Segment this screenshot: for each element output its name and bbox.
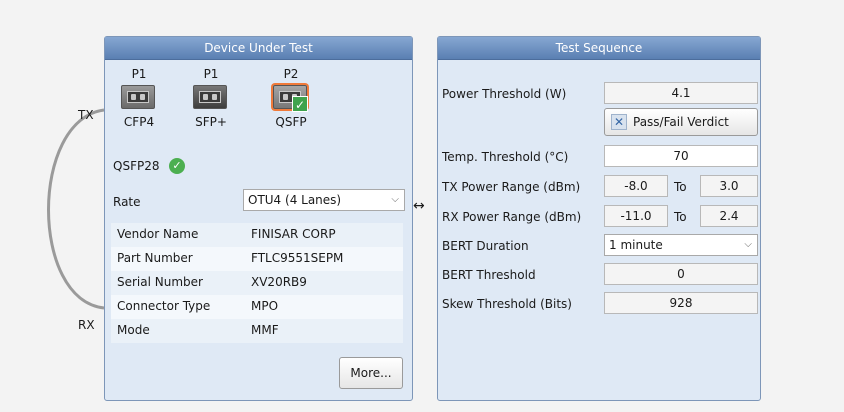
info-row-serial-number: Serial Number XV20RB9 [111,271,403,295]
port-sfp-name: SFP+ [195,115,227,129]
info-row-connector-type: Connector Type MPO [111,295,403,319]
cfp4-port-icon[interactable] [121,85,155,109]
dut-panel-title: Device Under Test [105,37,412,60]
power-threshold-label: Power Threshold (W) [442,87,567,101]
info-key: Vendor Name [117,227,199,241]
bert-duration-label: BERT Duration [442,239,529,253]
rate-label: Rate [113,195,141,209]
info-key: Serial Number [117,275,203,289]
sfp-plus-port-icon[interactable] [193,85,227,109]
port-p1-cfp4-label: P1 [131,67,147,81]
skew-threshold-label: Skew Threshold (Bits) [442,297,572,311]
link-arrow-icon: ↔ [413,198,425,214]
bert-threshold-label: BERT Threshold [442,268,536,282]
qsfp-port-icon[interactable]: ✓ [273,85,308,112]
port-cfp4-name: CFP4 [123,115,155,129]
tx-label: TX [78,108,94,122]
info-key: Part Number [117,251,193,265]
info-key: Connector Type [117,299,211,313]
info-value: XV20RB9 [251,275,307,289]
rx-range-to-label: To [674,210,687,224]
rx-label: RX [78,318,95,332]
selected-check-icon: ✓ [292,96,308,112]
info-key: Mode [117,323,150,337]
temp-threshold-label: Temp. Threshold (°C) [442,150,569,164]
rate-select[interactable]: OTU4 (4 Lanes) ⌵ [243,189,405,211]
info-value: FTLC9551SEPM [251,251,344,265]
tx-power-max-field[interactable]: 3.0 [700,175,758,197]
more-button[interactable]: More... [339,357,403,389]
tx-power-min-field[interactable]: -8.0 [604,175,668,197]
bert-threshold-field[interactable]: 0 [604,263,758,285]
bert-duration-select[interactable]: 1 minute ⌵ [604,234,758,256]
rx-power-range-label: RX Power Range (dBm) [442,210,582,224]
tx-power-range-label: TX Power Range (dBm) [442,180,581,194]
module-ok-check-icon: ✓ [169,158,185,174]
info-value: MPO [251,299,279,313]
pass-fail-verdict-button[interactable]: ✕ Pass/Fail Verdict [604,108,758,136]
info-value: FINISAR CORP [251,227,336,241]
test-sequence-title: Test Sequence [438,37,760,60]
port-qsfp-name: QSFP [275,115,307,129]
rx-power-min-field[interactable]: -11.0 [604,205,668,227]
close-x-icon: ✕ [611,114,627,130]
pass-fail-verdict-label: Pass/Fail Verdict [633,115,729,129]
port-p1-sfp-label: P1 [203,67,219,81]
chevron-down-icon: ⌵ [391,194,399,205]
skew-threshold-field[interactable]: 928 [604,292,758,314]
port-slot [127,91,149,103]
rx-power-max-field[interactable]: 2.4 [700,205,758,227]
info-row-mode: Mode MMF [111,319,403,343]
info-row-part-number: Part Number FTLC9551SEPM [111,247,403,271]
test-sequence-panel: Test Sequence Power Threshold (W) 4.1 ✕ … [437,36,761,401]
port-p2-qsfp-label: P2 [283,67,299,81]
power-threshold-field[interactable]: 4.1 [604,82,758,104]
port-slot [199,91,221,103]
temp-threshold-input[interactable]: 70 [604,145,758,167]
bert-duration-value: 1 minute [609,238,663,252]
chevron-down-icon: ⌵ [744,239,752,250]
info-value: MMF [251,323,279,337]
rate-select-value: OTU4 (4 Lanes) [248,193,342,207]
dut-panel: Device Under Test P1 CFP4 P1 SFP+ P2 ✓ Q… [104,36,413,401]
info-row-vendor: Vendor Name FINISAR CORP [111,223,403,247]
tx-range-to-label: To [674,180,687,194]
detected-module-label: QSFP28 [113,159,160,173]
